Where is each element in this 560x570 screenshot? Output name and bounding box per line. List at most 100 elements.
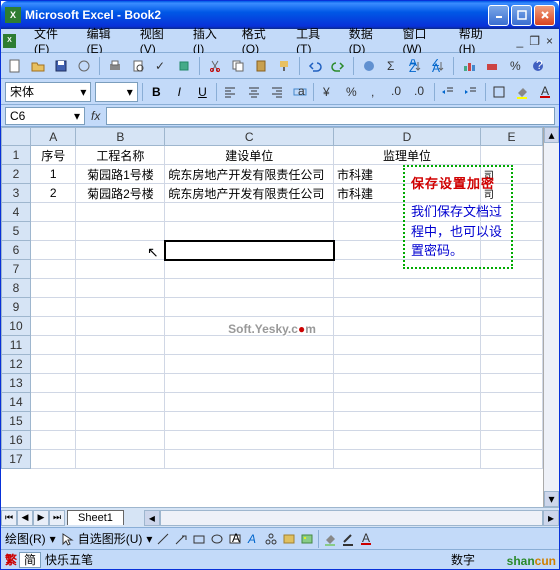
line-color-icon[interactable] [341,532,355,546]
close-button[interactable] [534,5,555,26]
cell[interactable] [480,374,542,393]
diagram-icon[interactable] [264,532,278,546]
cell[interactable] [76,279,165,298]
row-header[interactable]: 8 [2,279,31,298]
scroll-track[interactable] [544,143,559,491]
cell[interactable] [165,260,334,279]
cell[interactable] [30,260,76,279]
draw-menu[interactable]: 绘图(R) [5,530,46,547]
cell[interactable] [165,393,334,412]
doc-close-button[interactable]: × [546,34,553,48]
cell[interactable]: 监理单位 [334,146,481,165]
sort-desc-icon[interactable]: ZA [428,56,448,76]
select-objects-icon[interactable] [60,532,74,546]
scroll-down-icon[interactable]: ▾ [544,491,559,507]
cell[interactable]: 菊园路2号楼 [76,184,165,203]
row-header[interactable]: 2 [2,165,31,184]
rectangle-icon[interactable] [192,532,206,546]
bold-button[interactable]: B [147,82,166,102]
decrease-indent-icon[interactable] [439,82,458,102]
cell[interactable] [76,393,165,412]
format-painter-icon[interactable] [274,56,294,76]
align-center-icon[interactable] [244,82,263,102]
permission-icon[interactable] [74,56,94,76]
align-left-icon[interactable] [221,82,240,102]
cell[interactable] [30,450,76,469]
font-color-icon[interactable]: A [536,82,555,102]
formula-input[interactable] [106,107,555,125]
cell[interactable] [165,355,334,374]
cell[interactable] [334,336,481,355]
row-header[interactable]: 11 [2,336,31,355]
copy-icon[interactable] [228,56,248,76]
row-header[interactable]: 7 [2,260,31,279]
cell[interactable]: 皖东房地产开发有限责任公司 [165,165,334,184]
cell[interactable] [30,317,76,336]
cell[interactable] [30,431,76,450]
autoshapes-menu[interactable]: 自选图形(U) [78,530,143,547]
row-header[interactable]: 17 [2,450,31,469]
cell[interactable] [480,317,542,336]
cell[interactable] [165,279,334,298]
redo-icon[interactable] [328,56,348,76]
row-header[interactable]: 15 [2,412,31,431]
cell[interactable] [480,146,542,165]
row-header[interactable]: 5 [2,222,31,241]
cell[interactable] [165,203,334,222]
cell[interactable] [165,222,334,241]
paste-icon[interactable] [251,56,271,76]
cell[interactable] [30,374,76,393]
row-header[interactable]: 10 [2,317,31,336]
clipart-icon[interactable] [282,532,296,546]
cell[interactable] [334,431,481,450]
tab-nav-last-icon[interactable]: ⏭ [49,510,65,526]
cell[interactable] [76,412,165,431]
cell[interactable]: 菊园路1号楼 [76,165,165,184]
cell[interactable] [30,279,76,298]
drawing-toggle-icon[interactable] [482,56,502,76]
cell[interactable] [334,450,481,469]
cell[interactable] [76,450,165,469]
font-name-box[interactable]: 宋体 ▾ [5,82,91,102]
cell[interactable] [76,222,165,241]
oval-icon[interactable] [210,532,224,546]
undo-icon[interactable] [305,56,325,76]
cell[interactable] [165,450,334,469]
cell[interactable] [76,317,165,336]
cell[interactable] [76,431,165,450]
horizontal-scrollbar[interactable]: ◂ ▸ [144,510,559,526]
cell[interactable] [165,374,334,393]
help-icon[interactable]: ? [528,56,548,76]
cell[interactable] [165,412,334,431]
merge-center-icon[interactable]: a [290,82,309,102]
ime-mode[interactable]: 简 [19,552,41,568]
picture-icon[interactable] [300,532,314,546]
scroll-left-icon[interactable]: ◂ [144,510,160,526]
cell[interactable] [480,393,542,412]
cell[interactable]: 建设单位 [165,146,334,165]
hyperlink-icon[interactable] [359,56,379,76]
row-header[interactable]: 14 [2,393,31,412]
row-header[interactable]: 12 [2,355,31,374]
cell[interactable] [76,241,165,260]
italic-button[interactable]: I [170,82,189,102]
cell[interactable] [30,203,76,222]
maximize-button[interactable] [511,5,532,26]
currency-icon[interactable]: ¥ [318,82,337,102]
row-header[interactable]: 9 [2,298,31,317]
increase-decimal-icon[interactable]: .0 [387,82,406,102]
cell[interactable] [30,298,76,317]
save-icon[interactable] [51,56,71,76]
cell[interactable] [334,393,481,412]
cell[interactable] [76,298,165,317]
cell[interactable] [480,431,542,450]
vertical-scrollbar[interactable]: ▴ ▾ [543,127,559,507]
wordart-icon[interactable]: A [246,532,260,546]
row-header[interactable]: 3 [2,184,31,203]
doc-restore-button[interactable]: ❐ [529,34,540,48]
preview-icon[interactable] [128,56,148,76]
cell[interactable]: 序号 [30,146,76,165]
row-header[interactable]: 4 [2,203,31,222]
col-header-E[interactable]: E [480,128,542,146]
decrease-decimal-icon[interactable]: .0 [411,82,430,102]
